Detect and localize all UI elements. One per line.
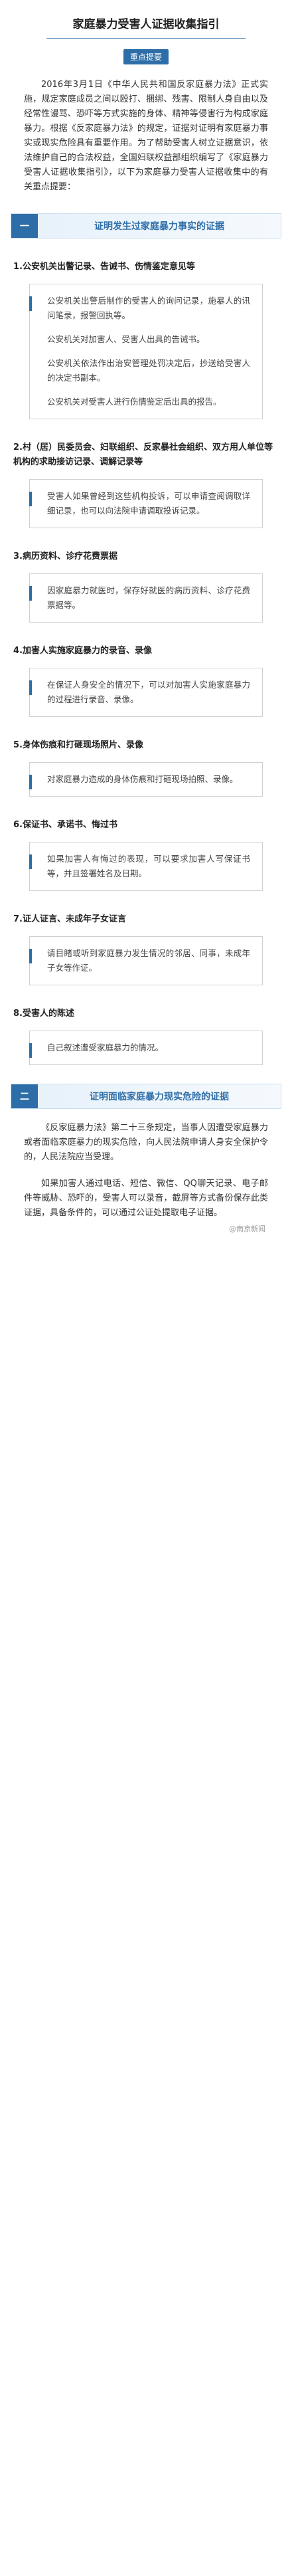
- evidence-text: 公安机关对受害人进行伤情鉴定后出具的报告。: [47, 397, 222, 407]
- section-number-2: 二: [11, 1084, 38, 1108]
- section1-items: 1.公安机关出警记录、告诫书、伤情鉴定意见等公安机关出警后制作的受害人的询问记录…: [0, 260, 292, 1065]
- evidence-box: 受害人如果曾经到这些机构投诉，可以申请查阅调取详细记录，也可以向法院申请调取投诉…: [29, 479, 263, 528]
- section2-paragraph: 如果加害人通过电话、短信、微信、QQ聊天记录、电子邮件等威胁、恐吓的，受害人可以…: [24, 1179, 268, 1218]
- evidence-heading: 5.身体伤痕和打砸现场照片、录像: [13, 740, 143, 750]
- section-banner-2: 二 证明面临家庭暴力现实危险的证据: [11, 1084, 281, 1109]
- evidence-heading: 4.加害人实施家庭暴力的录音、录像: [13, 646, 152, 656]
- evidence-heading: 8.受害人的陈述: [13, 1009, 74, 1019]
- evidence-heading: 6.保证书、承诺书、悔过书: [13, 820, 117, 830]
- evidence-text: 自己叙述遭受家庭暴力的情况。: [47, 1042, 164, 1052]
- evidence-text: 在保证人身安全的情况下，可以对加害人实施家庭暴力的过程进行录音、录像。: [47, 680, 250, 704]
- evidence-box: 因家庭暴力就医时，保存好就医的病历资料、诊疗花费票据等。: [29, 573, 263, 623]
- section2-paragraphs: 《反家庭暴力法》第二十三条规定，当事人因遭受家庭暴力或者面临家庭暴力的现实危险，…: [0, 1121, 292, 1221]
- section-title-2: 证明面临家庭暴力现实危险的证据: [90, 1092, 229, 1102]
- evidence-text: 受害人如果曾经到这些机构投诉，可以申请查阅调取详细记录，也可以向法院申请调取投诉…: [47, 491, 250, 516]
- section-title-1: 证明发生过家庭暴力事实的证据: [94, 221, 224, 232]
- evidence-heading: 1.公安机关出警记录、告诫书、伤情鉴定意见等: [13, 262, 195, 272]
- evidence-text: 如果加害人有悔过的表现，可以要求加害人写保证书等，并且签署姓名及日期。: [47, 854, 250, 878]
- evidence-text: 对家庭暴力造成的身体伤痕和打砸现场拍照、录像。: [47, 774, 238, 784]
- key-points-tag: 重点提要: [123, 49, 169, 64]
- title-underline: [46, 38, 246, 39]
- section2-paragraph: 《反家庭暴力法》第二十三条规定，当事人因遭受家庭暴力或者面临家庭暴力的现实危险，…: [24, 1123, 268, 1162]
- evidence-text: 公安机关对加害人、受害人出具的告诫书。: [47, 334, 205, 344]
- evidence-text: 因家庭暴力就医时，保存好就医的病历资料、诊疗花费票据等。: [47, 585, 250, 610]
- evidence-box: 自己叙述遭受家庭暴力的情况。: [29, 1031, 263, 1065]
- evidence-text: 请目睹或听到家庭暴力发生情况的邻居、同事，未成年子女等作证。: [47, 948, 250, 973]
- evidence-box: 公安机关出警后制作的受害人的询问记录，施暴人的讯问笔录，报警回执等。公安机关对加…: [29, 284, 263, 419]
- evidence-text: 公安机关依法作出治安管理处罚决定后，抄送给受害人的决定书副本。: [47, 358, 250, 383]
- page: 家庭暴力受害人证据收集指引 重点提要 2016年3月1日《中华人民共和国反家庭暴…: [0, 0, 292, 1254]
- evidence-text: 公安机关出警后制作的受害人的询问记录，施暴人的讯问笔录，报警回执等。: [47, 296, 250, 320]
- page-title: 家庭暴力受害人证据收集指引: [72, 18, 220, 31]
- evidence-box: 对家庭暴力造成的身体伤痕和打砸现场拍照、录像。: [29, 762, 263, 797]
- intro-paragraph: 2016年3月1日《中华人民共和国反家庭暴力法》正式实施，规定家庭成员之间以殴打…: [24, 80, 268, 192]
- section-banner-1: 一 证明发生过家庭暴力事实的证据: [11, 213, 281, 239]
- evidence-box: 在保证人身安全的情况下，可以对加害人实施家庭暴力的过程进行录音、录像。: [29, 668, 263, 717]
- evidence-heading: 3.病历资料、诊疗花费票据: [13, 551, 117, 561]
- tag-wrap: 重点提要: [0, 49, 292, 64]
- evidence-box: 请目睹或听到家庭暴力发生情况的邻居、同事，未成年子女等作证。: [29, 936, 263, 985]
- evidence-box: 如果加害人有悔过的表现，可以要求加害人写保证书等，并且签署姓名及日期。: [29, 842, 263, 891]
- evidence-heading: 2.村（居）民委员会、妇联组织、反家暴社会组织、双方用人单位等机构的求助接访记录…: [13, 443, 273, 467]
- watermark: @南京新闻: [229, 1225, 265, 1233]
- evidence-heading: 7.证人证言、未成年子女证言: [13, 914, 126, 924]
- section-number-1: 一: [11, 214, 38, 238]
